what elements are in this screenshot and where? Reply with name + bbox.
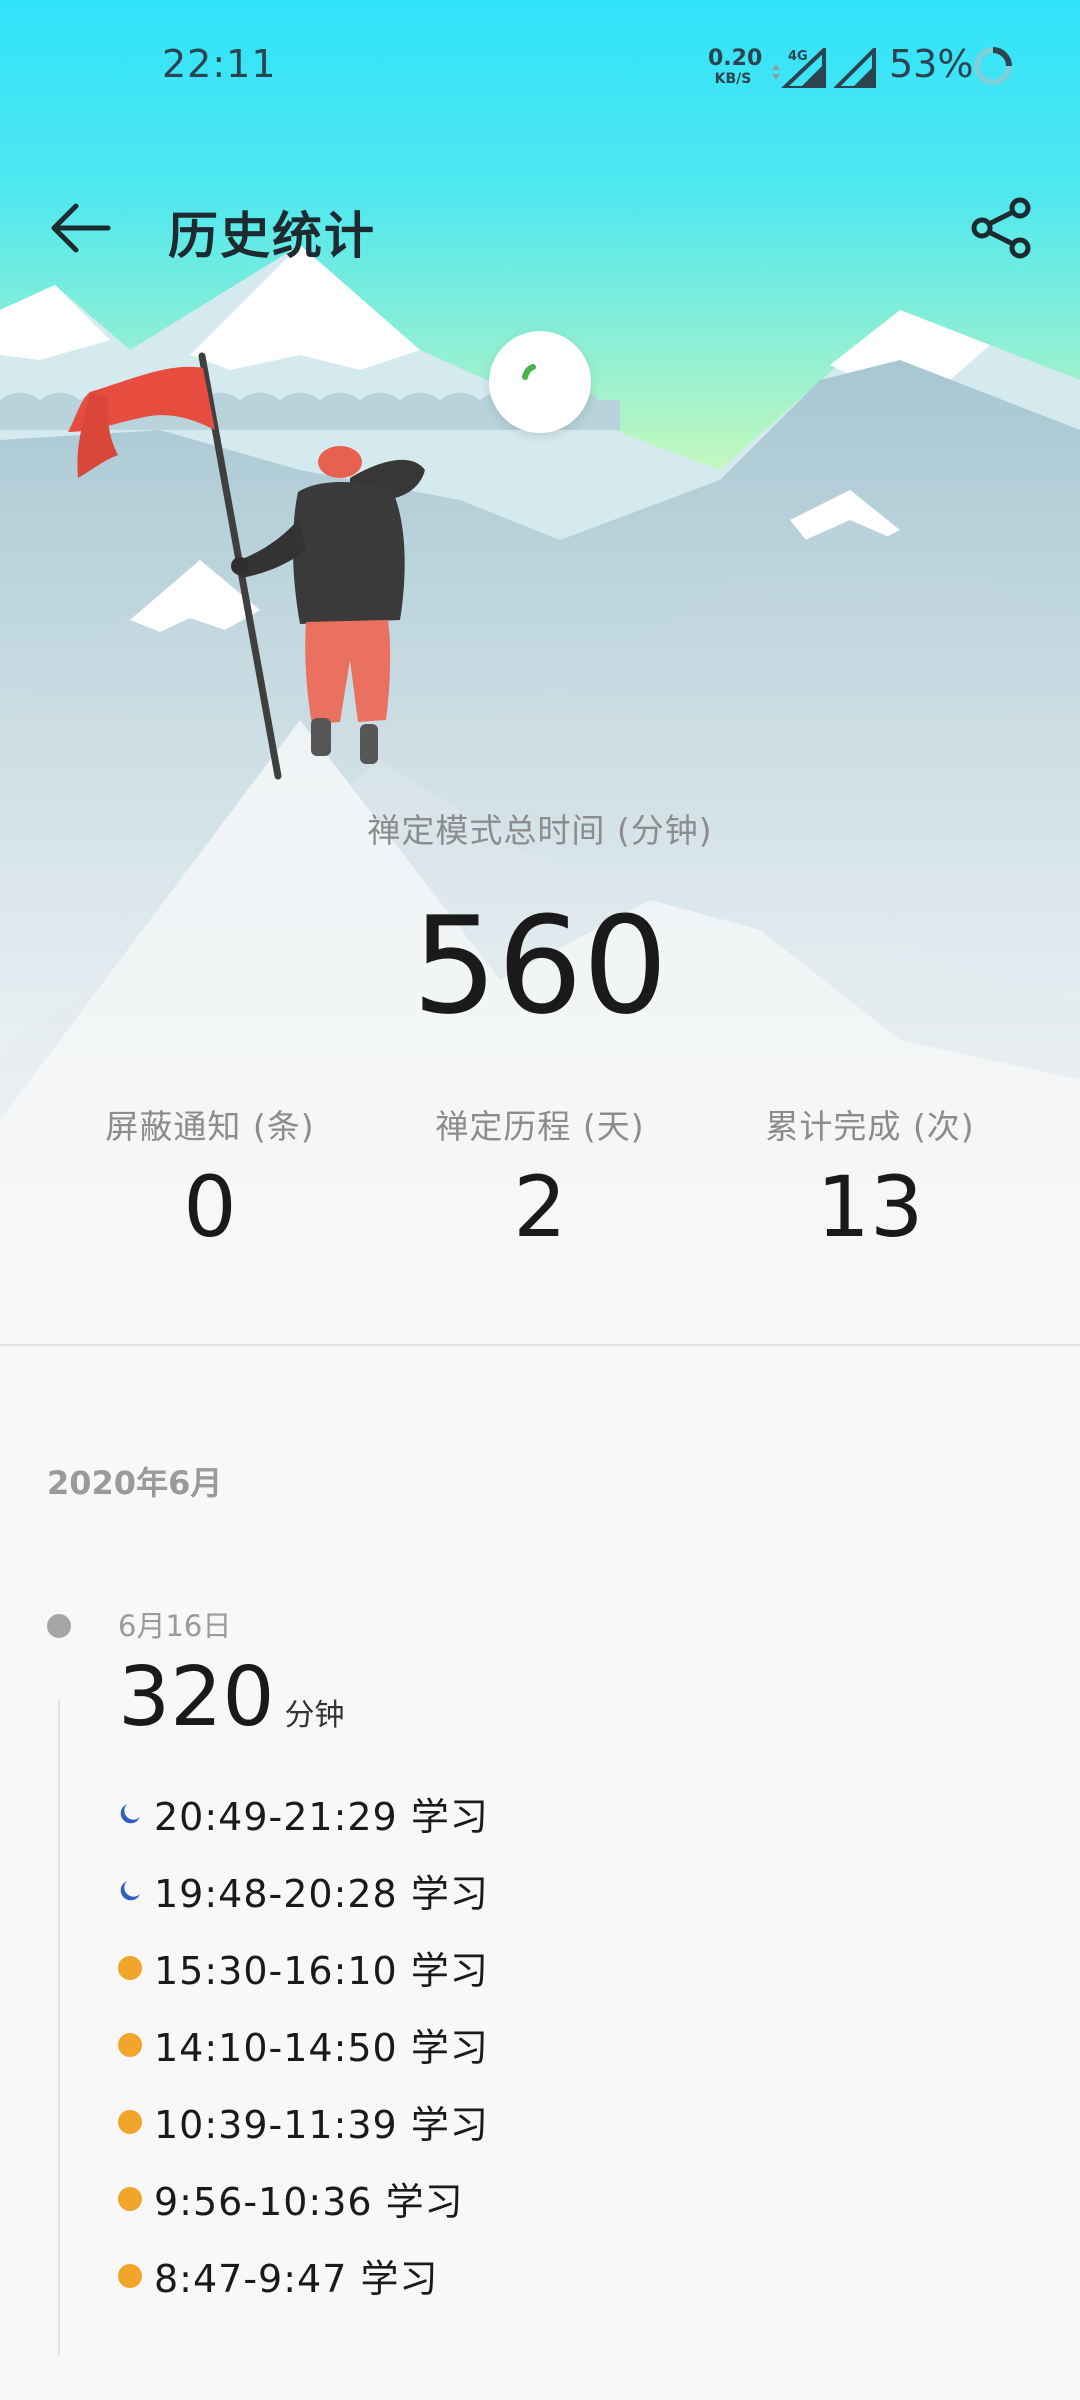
session-time: 14:10-14:50 (154, 2026, 398, 2070)
session-time: 9:56-10:36 (154, 2180, 373, 2224)
signal-4g-icon: 4G (772, 48, 826, 88)
day-total: 320 分钟 (118, 1650, 345, 1745)
stat-value: 0 (183, 1158, 237, 1256)
session-text: 9:56-10:36 学习 (154, 2171, 464, 2226)
sun-dot-icon (118, 2186, 142, 2211)
session-label: 学习 (360, 2257, 439, 2301)
back-arrow-icon[interactable] (48, 200, 112, 256)
network-speed-value: 0.20 (708, 46, 763, 71)
session-label: 学习 (410, 1949, 489, 1993)
timeline-dot (47, 1614, 71, 1638)
day-date: 6月16日 (118, 1609, 232, 1643)
stat-label: 累计完成 (次) (765, 1107, 975, 1146)
total-time-value: 560 (412, 888, 668, 1044)
moon-icon (120, 1803, 140, 1823)
section-divider (0, 1344, 1080, 1346)
loading-arc-icon (522, 364, 536, 380)
session-label: 学习 (410, 2103, 489, 2147)
page-title: 历史统计 (168, 207, 376, 265)
day-total-value: 320 (118, 1650, 275, 1745)
signal-icon (834, 48, 876, 88)
share-icon[interactable] (968, 196, 1034, 260)
timeline-line (58, 1700, 60, 2355)
battery-percent: 53% (889, 42, 974, 86)
session-text: 10:39-11:39 学习 (154, 2094, 489, 2149)
floating-timer-bubble[interactable] (489, 331, 591, 433)
stat-value: 13 (816, 1158, 924, 1256)
session-time: 10:39-11:39 (154, 2103, 398, 2147)
session-list: 20:49-21:29 学习 19:48-20:28 学习 15:30-16:1… (118, 1775, 489, 2314)
session-item[interactable]: 10:39-11:39 学习 (118, 2083, 489, 2160)
battery-ring-icon (974, 47, 1012, 85)
session-item[interactable]: 14:10-14:50 学习 (118, 2006, 489, 2083)
sun-dot-icon (118, 2109, 142, 2134)
session-time: 15:30-16:10 (154, 1949, 398, 1993)
sun-dot-icon (118, 1955, 142, 1980)
session-text: 14:10-14:50 学习 (154, 2017, 489, 2072)
network-speed: 0.20 KB/S (708, 46, 763, 87)
session-item[interactable]: 19:48-20:28 学习 (118, 1852, 489, 1929)
status-bar: 22:11 0.20 KB/S 4G 53% (0, 0, 1080, 135)
session-time: 20:49-21:29 (154, 1795, 398, 1839)
session-text: 8:47-9:47 学习 (154, 2248, 439, 2303)
session-item[interactable]: 9:56-10:36 学习 (118, 2160, 489, 2237)
day-total-unit: 分钟 (284, 1698, 345, 1733)
session-time: 8:47-9:47 (154, 2257, 348, 2301)
stat-label: 禅定历程 (天) (435, 1107, 645, 1146)
session-label: 学习 (410, 1795, 489, 1839)
session-item[interactable]: 20:49-21:29 学习 (118, 1775, 489, 1852)
session-label: 学习 (410, 2026, 489, 2070)
stat-completed: 累计完成 (次) 13 (700, 1100, 1040, 1256)
stat-value: 2 (513, 1158, 567, 1256)
svg-text:4G: 4G (788, 49, 808, 64)
stat-days: 禅定历程 (天) 2 (370, 1100, 710, 1256)
sun-dot-icon (118, 2263, 142, 2288)
month-header: 2020年6月 (47, 1464, 223, 1502)
session-label: 学习 (385, 2180, 464, 2224)
session-text: 20:49-21:29 学习 (154, 1786, 489, 1841)
session-time: 19:48-20:28 (154, 1872, 398, 1916)
status-time: 22:11 (162, 42, 277, 86)
total-time-label: 禅定模式总时间 (分钟) (367, 811, 713, 850)
session-text: 15:30-16:10 学习 (154, 1940, 489, 1995)
stat-blocked-notifications: 屏蔽通知 (条) 0 (40, 1100, 380, 1256)
session-item[interactable]: 8:47-9:47 学习 (118, 2237, 489, 2314)
moon-icon (120, 1880, 140, 1900)
session-text: 19:48-20:28 学习 (154, 1863, 489, 1918)
session-label: 学习 (410, 1872, 489, 1916)
session-item[interactable]: 15:30-16:10 学习 (118, 1929, 489, 2006)
stat-label: 屏蔽通知 (条) (105, 1107, 315, 1146)
sun-dot-icon (118, 2032, 142, 2057)
network-speed-unit: KB/S (714, 71, 752, 87)
